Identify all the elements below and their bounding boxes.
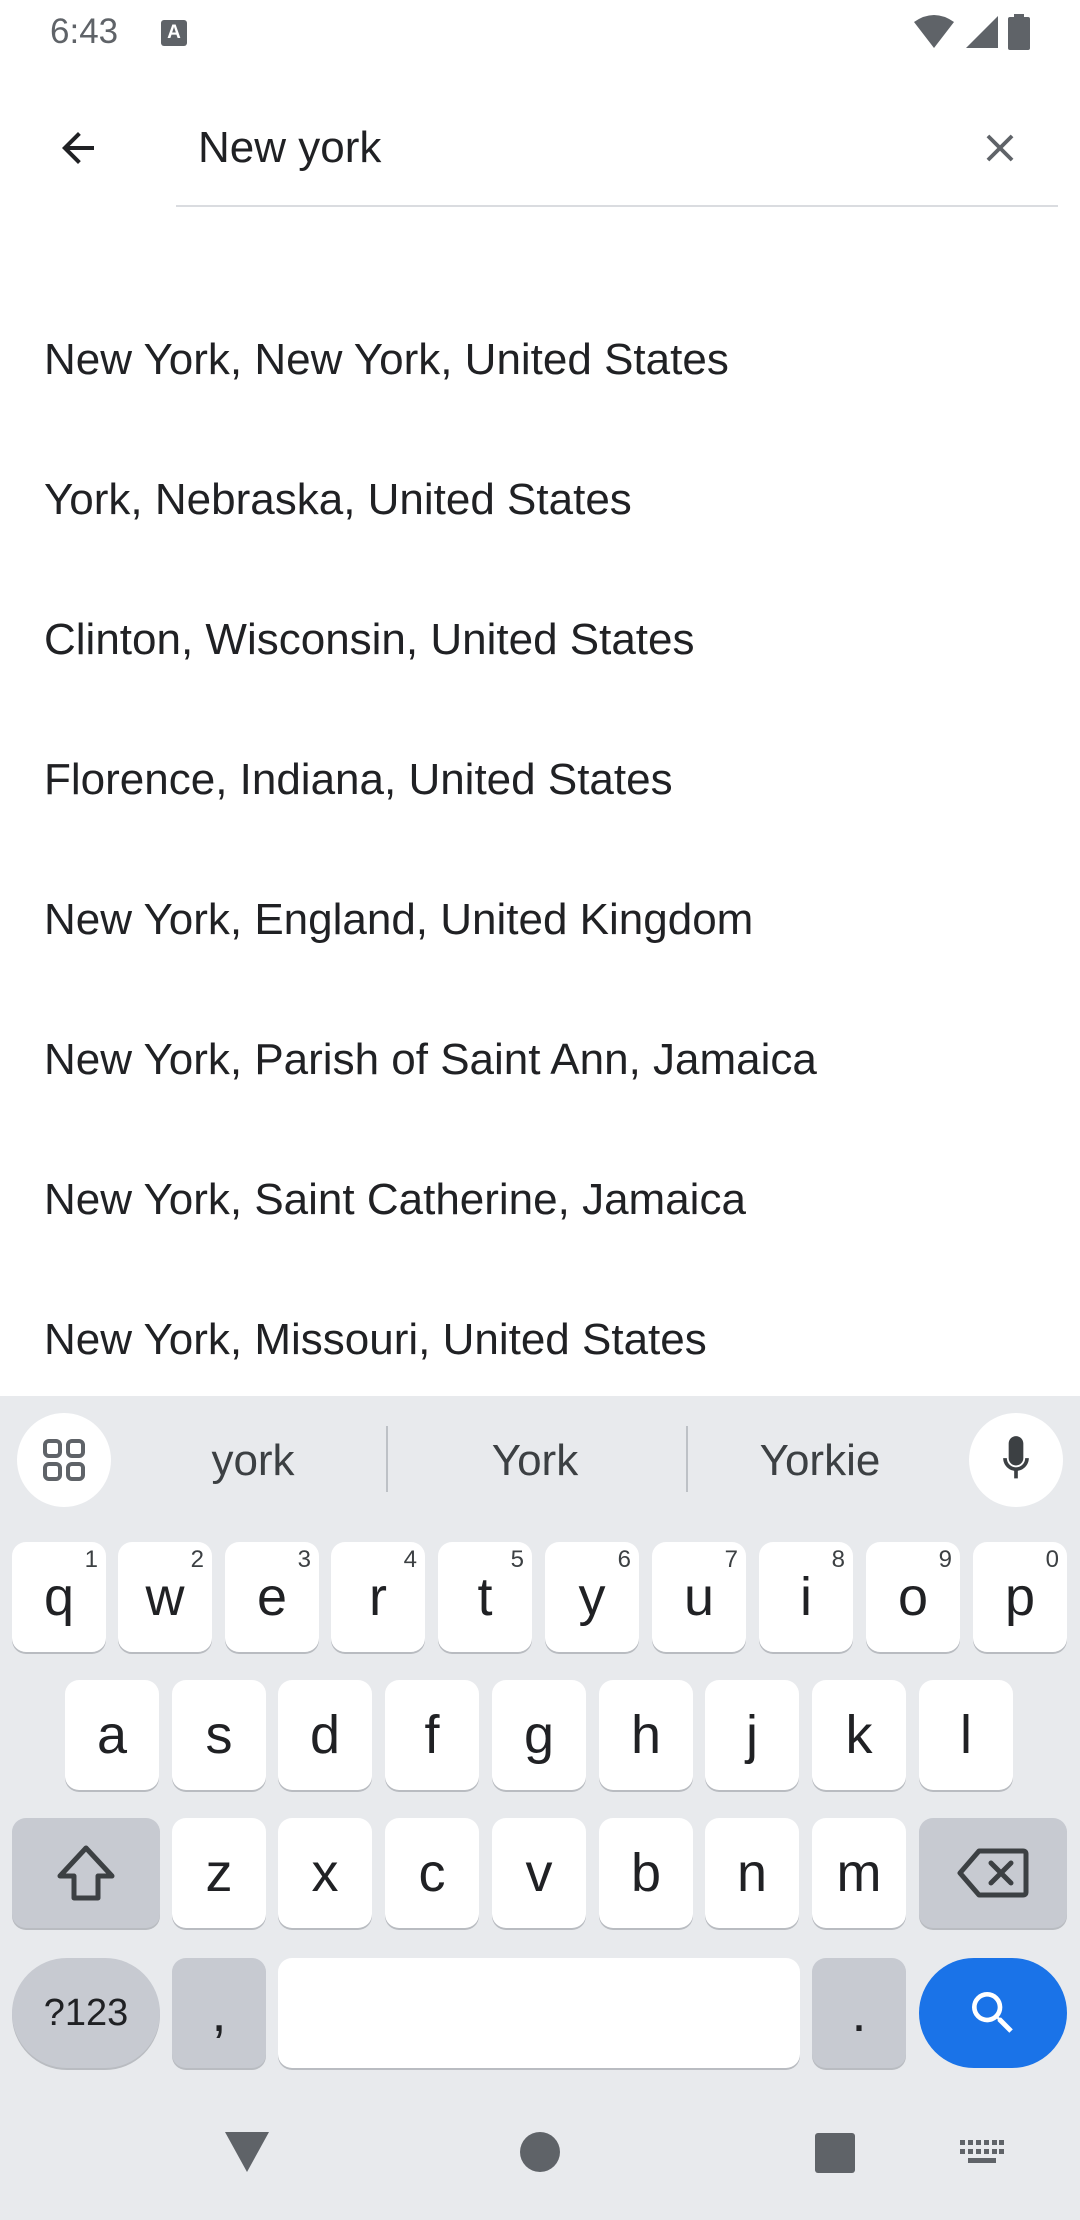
back-nav-icon[interactable]	[222, 2128, 272, 2176]
key-h[interactable]: h	[599, 1680, 693, 1790]
search-underline	[176, 205, 1058, 207]
search-icon	[972, 1992, 1013, 2033]
key-o[interactable]: o9	[866, 1542, 960, 1652]
voice-input-button[interactable]	[969, 1413, 1063, 1507]
suggestion-strip: york York Yorkie	[0, 1396, 1080, 1526]
notification-icon: A	[161, 20, 187, 46]
grid-icon	[43, 1439, 85, 1481]
status-icons	[914, 14, 1030, 50]
key-p[interactable]: p0	[973, 1542, 1067, 1652]
key-i[interactable]: i8	[759, 1542, 853, 1652]
key-z[interactable]: z	[172, 1818, 266, 1928]
results-list: New York, New York, United States York, …	[0, 290, 1080, 1410]
result-item[interactable]: New York, Saint Catherine, Jamaica	[0, 1130, 1080, 1270]
key-c[interactable]: c	[385, 1818, 479, 1928]
key-l[interactable]: l	[919, 1680, 1013, 1790]
result-item[interactable]: New York, Parish of Saint Ann, Jamaica	[0, 990, 1080, 1130]
key-label: i	[800, 1567, 812, 1627]
key-hint: 8	[831, 1546, 845, 1573]
space-key[interactable]	[278, 1958, 800, 2068]
key-s[interactable]: s	[172, 1680, 266, 1790]
on-screen-keyboard: york York Yorkie q1 w2 e3 r4 t5 y6 u7 i8…	[0, 1396, 1080, 2220]
key-w[interactable]: w2	[118, 1542, 212, 1652]
suggestion-2[interactable]: York	[395, 1424, 675, 1498]
clear-search-button[interactable]	[962, 110, 1038, 186]
result-item[interactable]: Clinton, Wisconsin, United States	[0, 570, 1080, 710]
search-header	[0, 66, 1080, 216]
key-label: p	[1004, 1567, 1036, 1627]
key-m[interactable]: m	[812, 1818, 906, 1928]
key-x[interactable]: x	[278, 1818, 372, 1928]
search-key[interactable]	[919, 1958, 1067, 2068]
comma-key[interactable]: ,	[172, 1958, 266, 2068]
shift-key[interactable]	[12, 1818, 160, 1928]
result-item[interactable]: New York, New York, United States	[0, 290, 1080, 430]
key-label: t	[477, 1567, 493, 1627]
key-j[interactable]: j	[705, 1680, 799, 1790]
suggestion-divider	[386, 1426, 388, 1492]
close-icon	[986, 134, 1014, 162]
backspace-icon	[957, 1848, 1029, 1898]
arrow-back-icon	[62, 132, 94, 164]
key-v[interactable]: v	[492, 1818, 586, 1928]
recents-nav-icon[interactable]	[814, 2132, 856, 2174]
key-label: r	[369, 1567, 387, 1627]
status-time: 6:43	[50, 12, 119, 51]
navigation-bar	[0, 2100, 1080, 2220]
symbols-key[interactable]: ?123	[12, 1958, 160, 2068]
result-item[interactable]: New York, England, United Kingdom	[0, 850, 1080, 990]
wifi-icon	[914, 15, 954, 48]
key-u[interactable]: u7	[652, 1542, 746, 1652]
key-r[interactable]: r4	[331, 1542, 425, 1652]
key-e[interactable]: e3	[225, 1542, 319, 1652]
key-label: e	[256, 1567, 288, 1627]
result-item[interactable]: York, Nebraska, United States	[0, 430, 1080, 570]
key-hint: 2	[190, 1546, 204, 1573]
key-label: u	[683, 1567, 715, 1627]
key-hint: 1	[84, 1546, 98, 1573]
key-hint: 9	[938, 1546, 952, 1573]
keyboard-switch-icon[interactable]	[960, 2140, 1004, 2166]
key-hint: 7	[724, 1546, 738, 1573]
status-bar: 6:43 A	[0, 0, 1080, 66]
result-item[interactable]: New York, Missouri, United States	[0, 1270, 1080, 1410]
key-hint: 6	[617, 1546, 631, 1573]
back-button[interactable]	[40, 110, 116, 186]
key-a[interactable]: a	[65, 1680, 159, 1790]
key-f[interactable]: f	[385, 1680, 479, 1790]
key-k[interactable]: k	[812, 1680, 906, 1790]
backspace-key[interactable]	[919, 1818, 1067, 1928]
key-hint: 5	[510, 1546, 524, 1573]
period-key[interactable]: .	[812, 1958, 906, 2068]
key-label: y	[578, 1567, 606, 1627]
key-hint: 3	[297, 1546, 311, 1573]
key-hint: 4	[403, 1546, 417, 1573]
key-q[interactable]: q1	[12, 1542, 106, 1652]
result-item[interactable]: Florence, Indiana, United States	[0, 710, 1080, 850]
key-hint: 0	[1045, 1546, 1059, 1573]
home-nav-icon[interactable]	[518, 2130, 562, 2174]
signal-icon	[966, 16, 998, 48]
key-g[interactable]: g	[492, 1680, 586, 1790]
key-label: o	[897, 1567, 929, 1627]
key-label: w	[145, 1567, 185, 1627]
suggestion-1[interactable]: york	[113, 1424, 393, 1498]
key-b[interactable]: b	[599, 1818, 693, 1928]
key-label: q	[43, 1567, 75, 1627]
mic-icon	[1003, 1436, 1029, 1479]
battery-icon	[1008, 14, 1030, 50]
key-t[interactable]: t5	[438, 1542, 532, 1652]
key-y[interactable]: y6	[545, 1542, 639, 1652]
suggestion-3[interactable]: Yorkie	[680, 1424, 960, 1498]
keyboard-menu-button[interactable]	[17, 1413, 111, 1507]
search-input[interactable]	[198, 108, 918, 188]
key-d[interactable]: d	[278, 1680, 372, 1790]
key-n[interactable]: n	[705, 1818, 799, 1928]
shift-icon	[57, 1845, 115, 1901]
